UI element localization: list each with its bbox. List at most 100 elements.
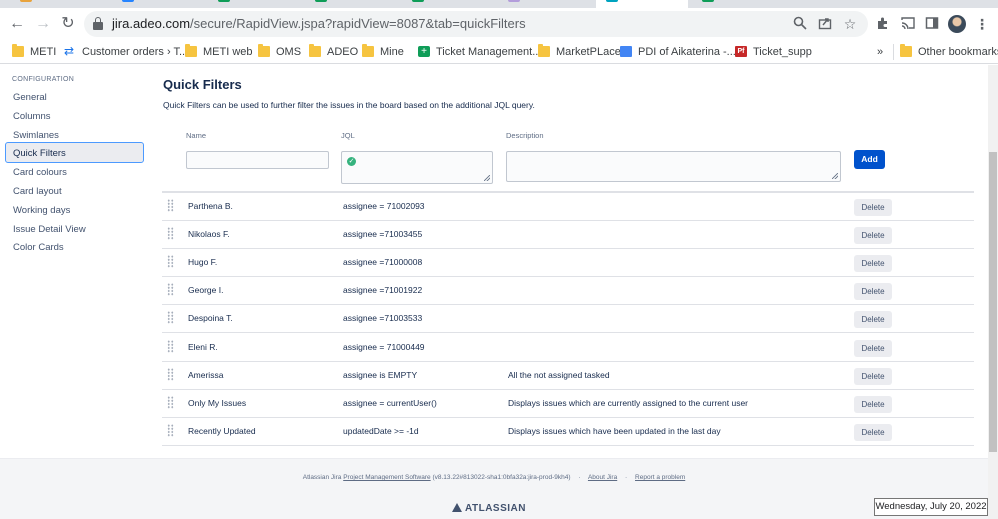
extensions-puzzle-icon[interactable]	[875, 16, 891, 32]
atlassian-logo[interactable]: ATLASSIAN	[452, 503, 526, 515]
filter-name[interactable]: Recently Updated	[188, 426, 256, 436]
quick-filter-row: Nikolaos F. assignee =71003455 Delete	[162, 221, 974, 250]
browser-tab[interactable]: L2_Check	[402, 0, 494, 8]
reload-icon[interactable]: ↻	[60, 16, 76, 32]
filter-jql[interactable]: assignee =71003455	[343, 229, 422, 239]
filter-jql[interactable]: assignee = 71000449	[343, 342, 425, 352]
sidebar-item-color-cards[interactable]: Color Cards	[5, 236, 144, 257]
share-icon[interactable]	[817, 16, 833, 32]
bookmarks-overflow-button[interactable]: »	[877, 44, 883, 60]
bookmark-item[interactable]: MarketPLace	[538, 44, 621, 60]
filter-jql[interactable]: assignee =71001922	[343, 285, 422, 295]
zoom-search-icon[interactable]	[792, 16, 808, 32]
bookmark-item[interactable]: METI web	[185, 44, 253, 60]
tab-favicon-icon	[122, 0, 134, 2]
footer-separator: ·	[578, 474, 581, 481]
delete-filter-button[interactable]: Delete	[854, 367, 892, 385]
delete-filter-button[interactable]: Delete	[854, 255, 892, 273]
filter-jql-textarea[interactable]: ✓	[341, 151, 493, 184]
browser-tab[interactable]: Jira gl Lint	[498, 0, 590, 8]
drag-handle-icon[interactable]	[167, 311, 174, 325]
bookmark-item[interactable]: Pf Ticket_supp	[735, 44, 812, 60]
filter-name[interactable]: George I.	[188, 285, 223, 295]
filter-name[interactable]: Nikolaos F.	[188, 229, 230, 239]
drag-handle-icon[interactable]	[167, 395, 174, 409]
browser-tab[interactable]: Untitled	[208, 0, 300, 8]
delete-filter-button[interactable]: Delete	[854, 311, 892, 329]
filter-jql[interactable]: assignee = 71002093	[343, 201, 425, 211]
address-bar[interactable]: jira.adeo.com/secure/RapidView.jspa?rapi…	[84, 11, 868, 37]
browser-tab[interactable]: INC9 to clo	[305, 0, 397, 8]
filter-name[interactable]: Only My Issues	[188, 398, 246, 408]
sidebar-item-card-layout[interactable]: Card layout	[5, 180, 144, 201]
browser-tab[interactable]: [ap] jo-rte	[10, 0, 102, 8]
filter-name[interactable]: Eleni R.	[188, 342, 218, 352]
browser-tab[interactable]: Issue nav	[112, 0, 204, 8]
browser-tab[interactable]: Configure	[596, 0, 688, 8]
filter-name-input[interactable]	[186, 151, 329, 169]
drag-handle-icon[interactable]	[167, 283, 174, 297]
bookmark-star-icon[interactable]: ☆	[842, 16, 858, 32]
delete-filter-button[interactable]: Delete	[854, 395, 892, 413]
quick-filter-row: Recently Updated updatedDate >= -1d Displa…	[162, 418, 974, 446]
filter-name[interactable]: Parthena B.	[188, 201, 233, 211]
bookmark-item[interactable]: ⇄ Customer orders › T...	[64, 44, 188, 60]
filter-description[interactable]: Displays issues which are currently assi…	[508, 398, 748, 408]
quick-filter-row: Despoina T. assignee =71003533 Delete	[162, 305, 974, 334]
footer-report-link[interactable]: Report a problem	[635, 474, 685, 481]
kebab-menu-icon[interactable]: ⋮	[974, 16, 990, 32]
forward-arrow-icon[interactable]: →	[35, 16, 51, 32]
filter-name[interactable]: Amerissa	[188, 370, 223, 380]
filter-jql[interactable]: assignee =71000008	[343, 257, 422, 267]
bookmark-item[interactable]: Mine	[362, 44, 404, 60]
side-panel-icon[interactable]	[924, 16, 940, 32]
folder-icon	[309, 44, 321, 57]
other-bookmarks[interactable]: Other bookmarks	[900, 44, 998, 60]
footer-about-link[interactable]: About Jira	[588, 474, 617, 481]
atlassian-logo-text: ATLASSIAN	[465, 503, 526, 514]
filter-description[interactable]: Displays issues which have been updated …	[508, 426, 721, 436]
drag-handle-icon[interactable]	[167, 423, 174, 437]
bookmark-item[interactable]: PDI of Aikaterina -...	[620, 44, 736, 60]
sidebar-item-columns[interactable]: Columns	[5, 105, 144, 126]
back-arrow-icon[interactable]: ←	[9, 16, 25, 32]
url-host: jira.adeo.com	[112, 16, 191, 31]
add-filter-button[interactable]: Add	[854, 150, 885, 169]
filter-jql[interactable]: assignee =71003533	[343, 313, 422, 323]
drag-handle-icon[interactable]	[167, 367, 174, 381]
flow-icon: ⇄	[64, 44, 75, 58]
footer-pms-link[interactable]: Project Management Software	[343, 474, 430, 481]
delete-filter-button[interactable]: Delete	[854, 199, 892, 216]
drag-handle-icon[interactable]	[167, 227, 174, 241]
sidebar-item-working-days[interactable]: Working days	[5, 199, 144, 220]
filter-name[interactable]: Despoina T.	[188, 313, 233, 323]
bookmark-item[interactable]: METI	[12, 44, 56, 60]
delete-filter-button[interactable]: Delete	[854, 339, 892, 357]
bookmark-item[interactable]: ADEO	[309, 44, 358, 60]
delete-filter-button[interactable]: Delete	[854, 283, 892, 301]
tab-favicon-icon	[702, 0, 714, 2]
profile-avatar[interactable]	[948, 15, 966, 33]
filter-description-textarea[interactable]	[506, 151, 841, 182]
page-scrollbar-thumb[interactable]	[989, 152, 997, 452]
browser-tab[interactable]: Desk_ple	[692, 0, 784, 8]
filter-jql[interactable]: updatedDate >= -1d	[343, 426, 419, 436]
url-path: /secure/RapidView.jspa?rapidView=8087&ta…	[190, 16, 526, 31]
filter-jql[interactable]: assignee is EMPTY	[343, 370, 417, 380]
delete-filter-button[interactable]: Delete	[854, 227, 892, 245]
url-text[interactable]: jira.adeo.com/secure/RapidView.jspa?rapi…	[112, 16, 526, 31]
drag-handle-icon[interactable]	[167, 255, 174, 269]
sidebar-item-general[interactable]: General	[5, 86, 144, 107]
bookmark-item[interactable]: + Ticket Management...	[418, 44, 541, 60]
resize-grip-icon[interactable]	[484, 175, 490, 181]
filter-description[interactable]: All the not assigned tasked	[508, 370, 610, 380]
bookmark-item[interactable]: OMS	[258, 44, 301, 60]
filter-jql[interactable]: assignee = currentUser()	[343, 398, 437, 408]
delete-filter-button[interactable]: Delete	[854, 423, 892, 441]
filter-name[interactable]: Hugo F.	[188, 257, 217, 267]
resize-grip-icon[interactable]	[832, 173, 838, 179]
cast-icon[interactable]	[900, 16, 916, 32]
lock-icon[interactable]	[93, 17, 103, 30]
drag-handle-icon[interactable]	[167, 339, 174, 353]
drag-handle-icon[interactable]	[167, 199, 174, 212]
